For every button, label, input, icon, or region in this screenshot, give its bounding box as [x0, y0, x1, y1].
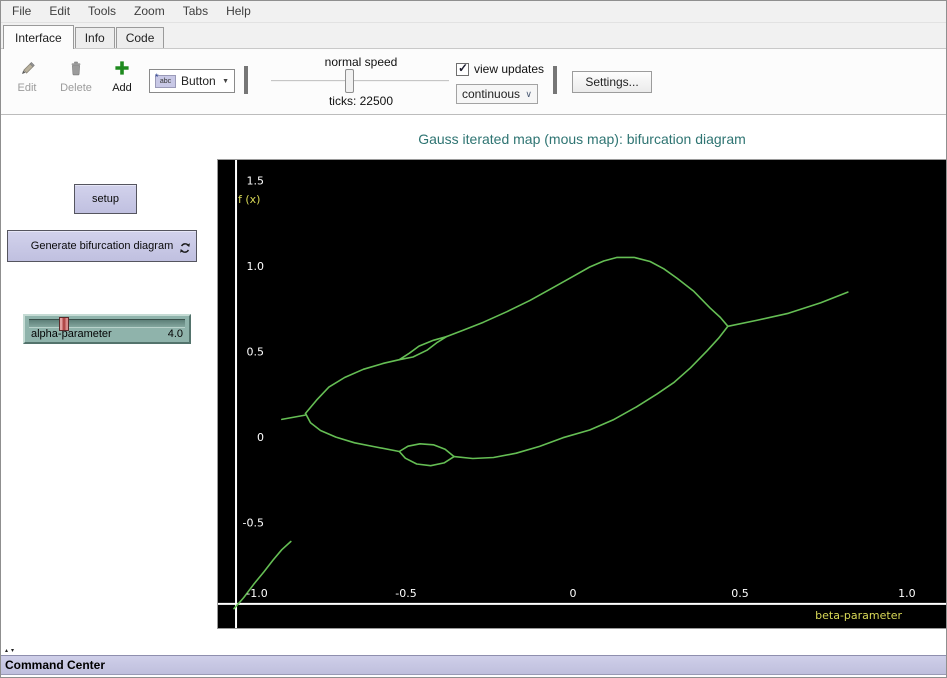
menu-bar: File Edit Tools Zoom Tabs Help: [1, 1, 946, 23]
curve-loop-upper-left: [306, 360, 400, 414]
y-tick-label: 1.0: [247, 260, 265, 273]
chip-star-icon: *: [155, 72, 159, 83]
generate-bifurcation-button[interactable]: Generate bifurcation diagram: [7, 230, 197, 262]
chevron-down-icon: ∨: [525, 89, 532, 100]
delete-label: Delete: [55, 82, 97, 94]
toolbar-separator: [553, 66, 557, 94]
update-mode-value: continuous: [462, 87, 520, 101]
curve-lower-bubble: [399, 444, 454, 466]
world-view-plot: -1.0 -0.5 0 0.5 1.0 1.5 1.0 0.5 0 -0.5 f (x) beta-p…: [217, 159, 947, 629]
chevron-down-icon: ▼: [222, 78, 229, 85]
generate-button-label: Generate bifurcation diagram: [31, 240, 173, 252]
curve-loop-upper-right: [447, 257, 728, 336]
update-mode-dropdown[interactable]: continuous ∨: [456, 84, 538, 104]
tab-code[interactable]: Code: [116, 27, 165, 48]
bottom-strip: [1, 675, 946, 677]
forever-icon: [179, 242, 191, 257]
command-center-title: Command Center: [5, 658, 105, 672]
x-tick-label: -1.0: [246, 587, 267, 600]
speed-slider-label: normal speed: [271, 55, 451, 69]
view-updates-checkbox[interactable]: ✓: [456, 63, 469, 76]
curve-left-fixed-point-stub: [282, 415, 305, 419]
widget-type-value: Button: [181, 74, 216, 88]
setup-button[interactable]: setup: [74, 184, 137, 214]
interface-canvas: Gauss iterated map (mous map): bifurcati…: [1, 115, 946, 648]
setup-button-label: setup: [92, 193, 119, 205]
widget-type-dropdown[interactable]: abc * Button ▼: [149, 69, 235, 93]
settings-button[interactable]: Settings...: [572, 71, 652, 93]
button-widget-icon: abc *: [155, 75, 176, 88]
speed-slider-thumb[interactable]: [345, 69, 354, 93]
tab-interface[interactable]: Interface: [3, 25, 74, 49]
x-tick-label: -0.5: [395, 587, 416, 600]
x-tick-label: 1.0: [898, 587, 916, 600]
command-center-header: Command Center: [1, 655, 946, 675]
tab-strip: Interface Info Code: [1, 23, 946, 49]
view-updates-label: view updates: [474, 62, 544, 76]
y-tick-label: 0: [257, 431, 264, 444]
command-center-splitter[interactable]: ▴▾: [1, 648, 946, 655]
y-tick-label: 1.5: [247, 175, 265, 188]
edit-widget-button[interactable]: Edit: [9, 59, 45, 94]
menu-help[interactable]: Help: [217, 1, 260, 22]
curve-upper-bubble: [399, 337, 447, 360]
curve-loop-lower-left: [306, 413, 400, 451]
splitter-arrows-icon: ▴▾: [5, 647, 17, 655]
trash-icon: [55, 59, 97, 79]
x-axis-title: beta-parameter: [815, 609, 902, 622]
toolbar-separator: [244, 66, 248, 94]
delete-widget-button[interactable]: Delete: [55, 59, 97, 94]
add-widget-button[interactable]: Add: [105, 59, 139, 94]
menu-zoom[interactable]: Zoom: [125, 1, 174, 22]
slider-groove[interactable]: [29, 319, 185, 328]
menu-edit[interactable]: Edit: [40, 1, 79, 22]
curve-loop-lower-right: [454, 326, 728, 458]
edit-label: Edit: [9, 82, 45, 94]
toolbar: Edit Delete Add abc *: [1, 49, 946, 115]
speed-slider-track[interactable]: [271, 80, 449, 82]
slider-label: alpha-parameter: [31, 328, 112, 340]
tab-info[interactable]: Info: [75, 27, 115, 48]
slider-value: 4.0: [168, 328, 183, 340]
model-title: Gauss iterated map (mous map): bifurcati…: [218, 131, 946, 147]
x-tick-label: 0.5: [731, 587, 749, 600]
plus-icon: [105, 59, 139, 79]
y-tick-label: 0.5: [247, 346, 265, 359]
menu-tools[interactable]: Tools: [79, 1, 125, 22]
plot-svg: -1.0 -0.5 0 0.5 1.0 1.5 1.0 0.5 0 -0.5 f (x) beta-p…: [218, 160, 946, 628]
x-tick-label: 0: [569, 587, 576, 600]
y-axis-title: f (x): [238, 193, 260, 206]
y-tick-label: -0.5: [243, 516, 264, 529]
pencil-icon: [9, 59, 45, 79]
add-label: Add: [105, 82, 139, 94]
menu-file[interactable]: File: [3, 1, 40, 22]
ticks-counter: ticks: 22500: [271, 94, 451, 108]
menu-tabs[interactable]: Tabs: [174, 1, 217, 22]
checkmark-icon: ✓: [458, 61, 468, 75]
alpha-parameter-slider[interactable]: alpha-parameter 4.0: [23, 314, 191, 344]
netlogo-window: File Edit Tools Zoom Tabs Help Interface…: [0, 0, 947, 678]
curve-period1-right: [728, 292, 848, 326]
